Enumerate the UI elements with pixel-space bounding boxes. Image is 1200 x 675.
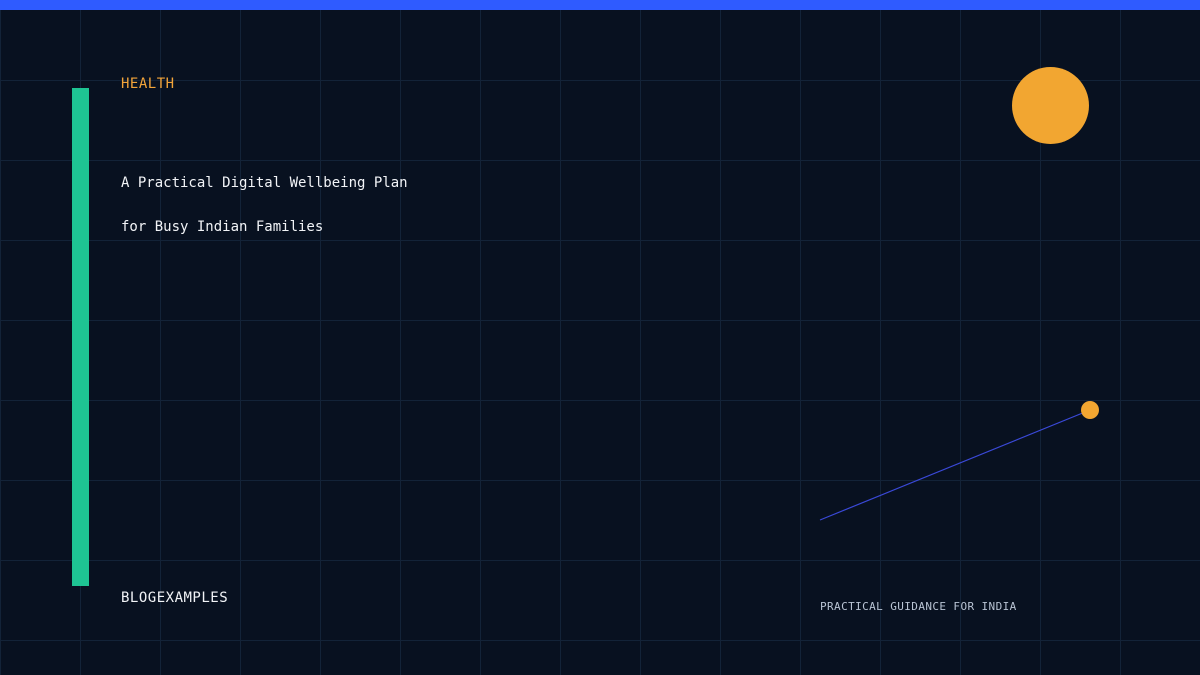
top-accent-bar <box>0 0 1200 10</box>
line-end-dot <box>1081 401 1099 419</box>
title-line-2: for Busy Indian Families <box>121 219 324 235</box>
sun-circle-decoration <box>1012 67 1089 144</box>
brand-name: BLOGEXAMPLES <box>121 590 229 606</box>
title-line-1: A Practical Digital Wellbeing Plan <box>121 175 408 191</box>
tagline: PRACTICAL GUIDANCE FOR INDIA <box>820 600 1017 613</box>
vertical-accent-bar <box>72 88 89 586</box>
category-label: HEALTH <box>121 76 175 92</box>
diagonal-line <box>819 409 1091 521</box>
